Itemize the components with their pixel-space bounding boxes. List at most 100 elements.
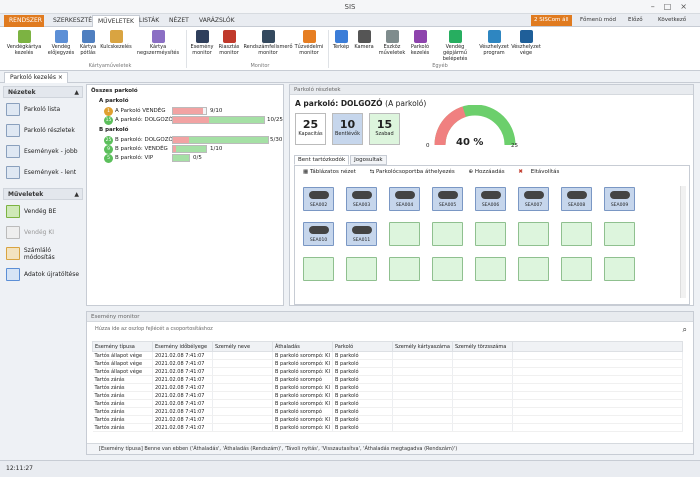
parking-spot[interactable] — [475, 257, 506, 281]
tree-leaf-b-workers[interactable]: B parkoló: DOLGOZÓK — [115, 137, 176, 143]
device-ops-button[interactable]: Eszköz műveletek — [377, 30, 407, 56]
doc-tab-parking[interactable]: Parkoló kezelés × — [4, 72, 68, 83]
parking-spot[interactable]: SEA007 — [518, 187, 549, 211]
tree-leaf-a-guest[interactable]: A Parkoló VENDÉG — [115, 108, 166, 114]
table-row[interactable]: Tartós zárás 2021.02.08 7:41:07 B parkoló … — [92, 415, 683, 424]
plate-monitor-button[interactable]: Rendszámfelismerő monitor — [243, 30, 293, 56]
column-header[interactable]: Személy neve — [212, 341, 273, 352]
parking-spot[interactable] — [432, 222, 463, 246]
column-header[interactable]: Személy kártyaszáma — [392, 341, 453, 352]
parking-spot[interactable] — [346, 257, 377, 281]
add-button[interactable]: ⊕ Hozzáadás — [469, 169, 511, 175]
sidebar-item-parking-list[interactable]: Parkoló lista — [3, 100, 83, 119]
remove-button[interactable]: ✖ Eltávolítás — [518, 169, 565, 175]
next-button[interactable]: Következő — [655, 15, 689, 26]
card-replace-button[interactable]: Kártya pótlás — [77, 30, 99, 56]
parking-spot[interactable] — [604, 222, 635, 246]
tree-leaf-a-worker[interactable]: A parkoló: DOLGOZÓ — [115, 117, 173, 123]
parking-spot[interactable] — [432, 257, 463, 281]
siscom-badge[interactable]: 2 SISCom áll — [531, 15, 572, 26]
table-row[interactable]: Tartós zárás 2021.02.08 7:41:07 B parkoló … — [92, 391, 683, 400]
sidebar-item-events-bottom[interactable]: Események - lent — [3, 163, 83, 182]
emergency-program-button[interactable]: Vészhelyzet program — [479, 30, 509, 56]
key-management-button[interactable]: Kulcskezelés — [100, 30, 132, 50]
parking-spot[interactable] — [561, 222, 592, 246]
table-row[interactable]: Tartós állapot vége 2021.02.08 7:41:07 B p… — [92, 351, 683, 360]
tree-node-a[interactable]: A parkoló — [99, 98, 129, 104]
parking-spot[interactable] — [518, 222, 549, 246]
column-header[interactable]: Személy törzsszáma — [452, 341, 513, 352]
parking-spot[interactable] — [389, 222, 420, 246]
parking-spot[interactable] — [303, 257, 334, 281]
table-row[interactable]: Tartós állapot vége 2021.02.08 7:41:07 B p… — [92, 367, 683, 376]
parking-spot[interactable] — [389, 257, 420, 281]
parking-spot[interactable] — [475, 222, 506, 246]
tree-leaf-b-vip[interactable]: B parkoló: VIP — [115, 155, 153, 161]
alarm-monitor-button[interactable]: Riasztás monitor — [216, 30, 242, 56]
nezetek-header[interactable]: Nézetek ▲ — [3, 86, 83, 98]
fire-monitor-button[interactable]: Tűzvédelmi monitor — [294, 30, 324, 56]
sidebar-op-guest-in[interactable]: Vendég BE — [3, 202, 83, 221]
parking-spot[interactable]: SEA011 — [346, 222, 377, 246]
search-icon[interactable]: ⌕ — [683, 325, 687, 335]
emergency-end-button[interactable]: Vészhelyzet vége — [511, 30, 541, 56]
sidebar-item-parking-details[interactable]: Parkoló részletek — [3, 121, 83, 140]
tab-authorized[interactable]: Jogosultak — [350, 155, 387, 165]
tab-rendszer[interactable]: RENDSZER — [4, 15, 44, 27]
table-cell — [392, 375, 453, 384]
table-row[interactable]: Tartós állapot vége 2021.02.08 7:41:07 B p… — [92, 359, 683, 368]
table-row[interactable]: Tartós zárás 2021.02.08 7:41:07 B parkoló … — [92, 375, 683, 384]
parking-spot[interactable] — [604, 257, 635, 281]
parking-spot[interactable]: SEA005 — [432, 187, 463, 211]
column-header[interactable]: Parkoló — [332, 341, 393, 352]
guest-card-button[interactable]: Vendégkártya kezelés — [4, 30, 44, 56]
sidebar-op-counter-edit[interactable]: Számláló módosítás — [3, 244, 83, 263]
fomenu-button[interactable]: Főmenü mód — [577, 15, 619, 26]
parking-spot[interactable]: SEA004 — [389, 187, 420, 211]
parking-spot[interactable]: SEA009 — [604, 187, 635, 211]
card-personalize-button[interactable]: Kártya negszerméysítés — [134, 30, 182, 56]
event-monitor-button[interactable]: Esemény monitor — [189, 30, 215, 56]
table-row[interactable]: Tartós zárás 2021.02.08 7:41:07 B parkoló … — [92, 399, 683, 408]
spots-scrollbar[interactable] — [680, 186, 686, 298]
column-header[interactable]: Esemény időbélyege — [152, 341, 213, 352]
parking-spot[interactable]: SEA006 — [475, 187, 506, 211]
group-by-hint[interactable]: Húzza ide az oszlop fejlécét a csoportos… — [95, 326, 213, 332]
parking-management-button[interactable]: Parkoló kezelés — [408, 30, 432, 56]
guest-vehicle-entry-button[interactable]: Vendég gépjármű belépetés — [433, 30, 477, 62]
tab-muveletek[interactable]: MŰVELETEK — [92, 15, 140, 27]
parking-spot[interactable] — [561, 257, 592, 281]
tree-leaf-b-guest[interactable]: B parkoló: VENDÉG — [115, 146, 168, 152]
parking-spot[interactable]: SEA003 — [346, 187, 377, 211]
tab-nezet[interactable]: NÉZET — [164, 15, 194, 27]
parking-spot[interactable]: SEA002 — [303, 187, 334, 211]
tab-varazslok[interactable]: VARÁZSLÓK — [194, 15, 240, 27]
table-row[interactable]: Tartós zárás 2021.02.08 7:41:07 B parkoló … — [92, 383, 683, 392]
sidebar-op-reload[interactable]: Adatok újratöltése — [3, 265, 83, 284]
parking-spot[interactable] — [518, 257, 549, 281]
close-icon[interactable]: × — [58, 74, 63, 81]
column-header[interactable]: Áthaladás — [272, 341, 333, 352]
table-row[interactable]: Tartós zárás 2021.02.08 7:41:07 B parkoló … — [92, 423, 683, 432]
previous-button[interactable]: Előző — [625, 15, 646, 26]
window-controls[interactable]: –□× — [651, 0, 696, 14]
sidebar-op-guest-out[interactable]: Vendég KI — [3, 223, 83, 242]
tab-inside[interactable]: Bent tartózkodók — [294, 155, 350, 165]
map-button[interactable]: Térkép — [331, 30, 351, 50]
camera-button[interactable]: Kamera — [353, 30, 375, 50]
filter-bar[interactable]: [Esemény típusa] Benne van ebben ('Áthal… — [87, 443, 693, 454]
muveletek-header[interactable]: Műveletek ▲ — [3, 188, 83, 200]
column-header[interactable]: Esemény típusa — [92, 341, 153, 352]
move-group-button[interactable]: ⇆ Parkolócsoportba áthelyezés — [370, 169, 461, 175]
table-row[interactable]: Tartós zárás 2021.02.08 7:41:07 B parkoló … — [92, 407, 683, 416]
table-view-button[interactable]: ▦ Táblázatos nézet — [303, 169, 362, 175]
table-cell: B parkoló — [332, 375, 393, 384]
tree-node-b[interactable]: B parkoló — [99, 127, 128, 133]
car-icon — [352, 226, 372, 234]
guest-booking-button[interactable]: Vendég előjegyzés — [46, 30, 76, 56]
tree-root[interactable]: Összes parkoló — [91, 88, 138, 94]
parking-spot[interactable]: SEA010 — [303, 222, 334, 246]
sidebar-item-events-right[interactable]: Események - jobb — [3, 142, 83, 161]
tab-listak[interactable]: LISTÁK — [134, 15, 164, 27]
parking-spot[interactable]: SEA008 — [561, 187, 592, 211]
